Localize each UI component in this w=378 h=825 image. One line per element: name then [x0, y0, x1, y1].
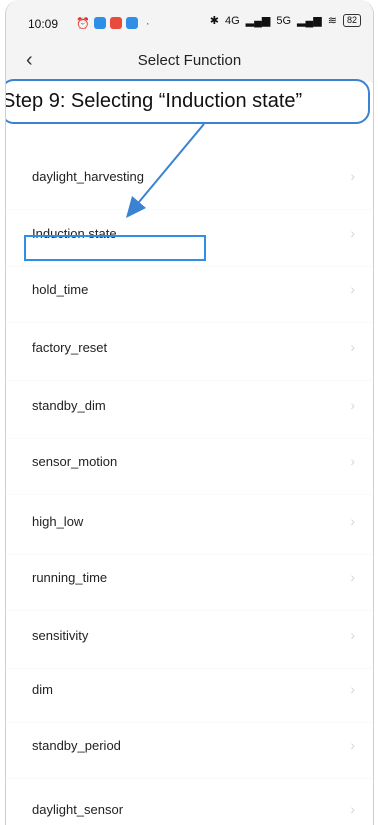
tutorial-callout-text: Step 9: Selecting “Induction state”: [5, 90, 303, 112]
phone-screen: 10:09 ⏰ · ✱ 4G ▂▄▆ 5G ▂▄▆ ≋ 82 ‹ Select …: [5, 0, 374, 825]
tutorial-callout: Step 9: Selecting “Induction state”: [5, 79, 370, 124]
